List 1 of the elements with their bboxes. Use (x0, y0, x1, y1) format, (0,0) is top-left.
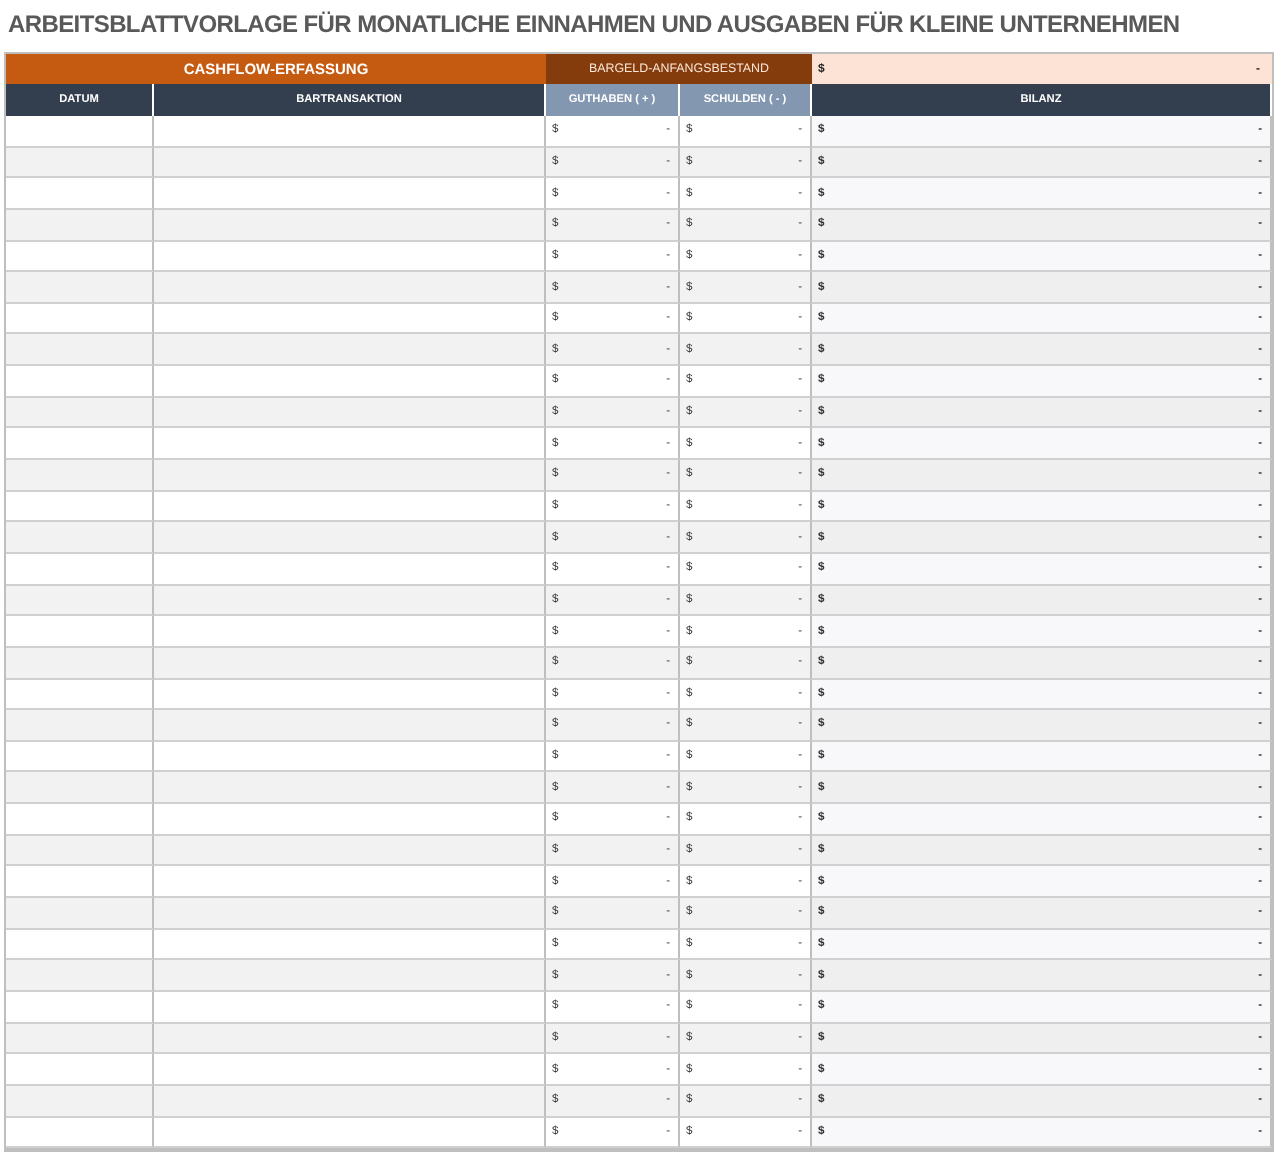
sheet-title: ARBEITSBLATTVORLAGE FÜR MONATLICHE EINNAHMEN UND AUSGABEN FÜR KLEINE UNTERNEHMEN (8, 8, 1182, 40)
